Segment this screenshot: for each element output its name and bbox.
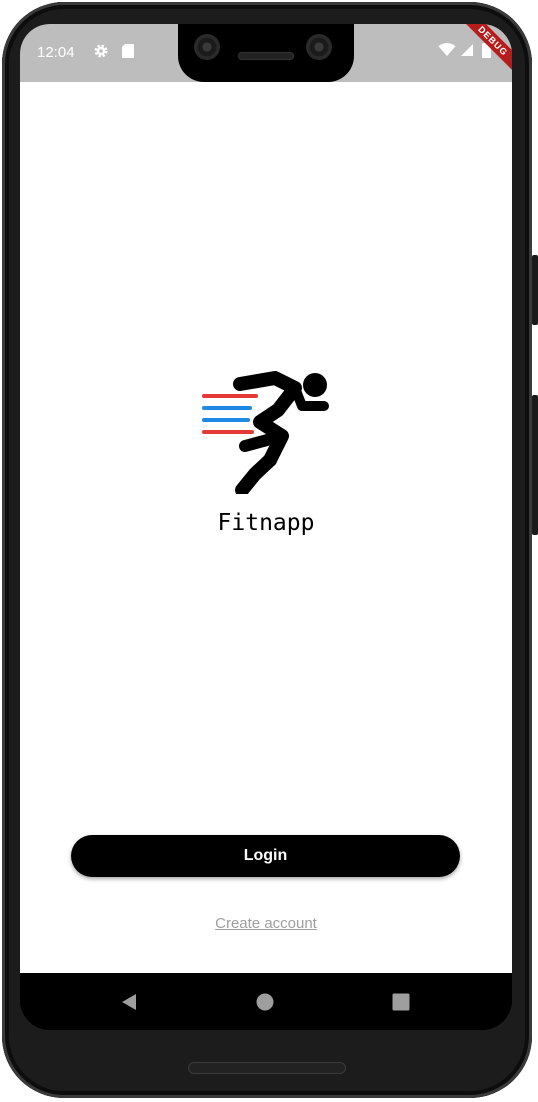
- sd-card-icon: [121, 43, 135, 64]
- back-icon[interactable]: [116, 989, 142, 1015]
- home-icon[interactable]: [252, 989, 278, 1015]
- power-button: [532, 255, 538, 325]
- front-camera-left: [194, 34, 220, 60]
- settings-icon: [93, 43, 109, 64]
- wifi-icon: [438, 43, 456, 62]
- earpiece-speaker: [238, 52, 294, 60]
- camera-notch: [178, 24, 354, 82]
- screen: 12:04 DEBUG Fitnapp Login Create account: [20, 24, 512, 1030]
- recents-icon[interactable]: [388, 989, 414, 1015]
- bottom-speaker-grille: [188, 1062, 346, 1074]
- app-title: Fitnapp: [217, 510, 315, 536]
- welcome-screen: Fitnapp Login Create account: [20, 82, 512, 973]
- create-account-link[interactable]: Create account: [20, 915, 512, 932]
- status-bar: 12:04 DEBUG: [20, 24, 512, 82]
- runner-logo-icon: [202, 371, 329, 494]
- login-button[interactable]: Login: [71, 835, 460, 877]
- front-camera-right: [306, 34, 332, 60]
- status-time: 12:04: [37, 44, 75, 61]
- volume-button: [532, 395, 538, 535]
- signal-icon: [460, 43, 474, 62]
- phone-frame: 12:04 DEBUG Fitnapp Login Create account: [0, 0, 538, 1102]
- navigation-bar: [20, 973, 512, 1030]
